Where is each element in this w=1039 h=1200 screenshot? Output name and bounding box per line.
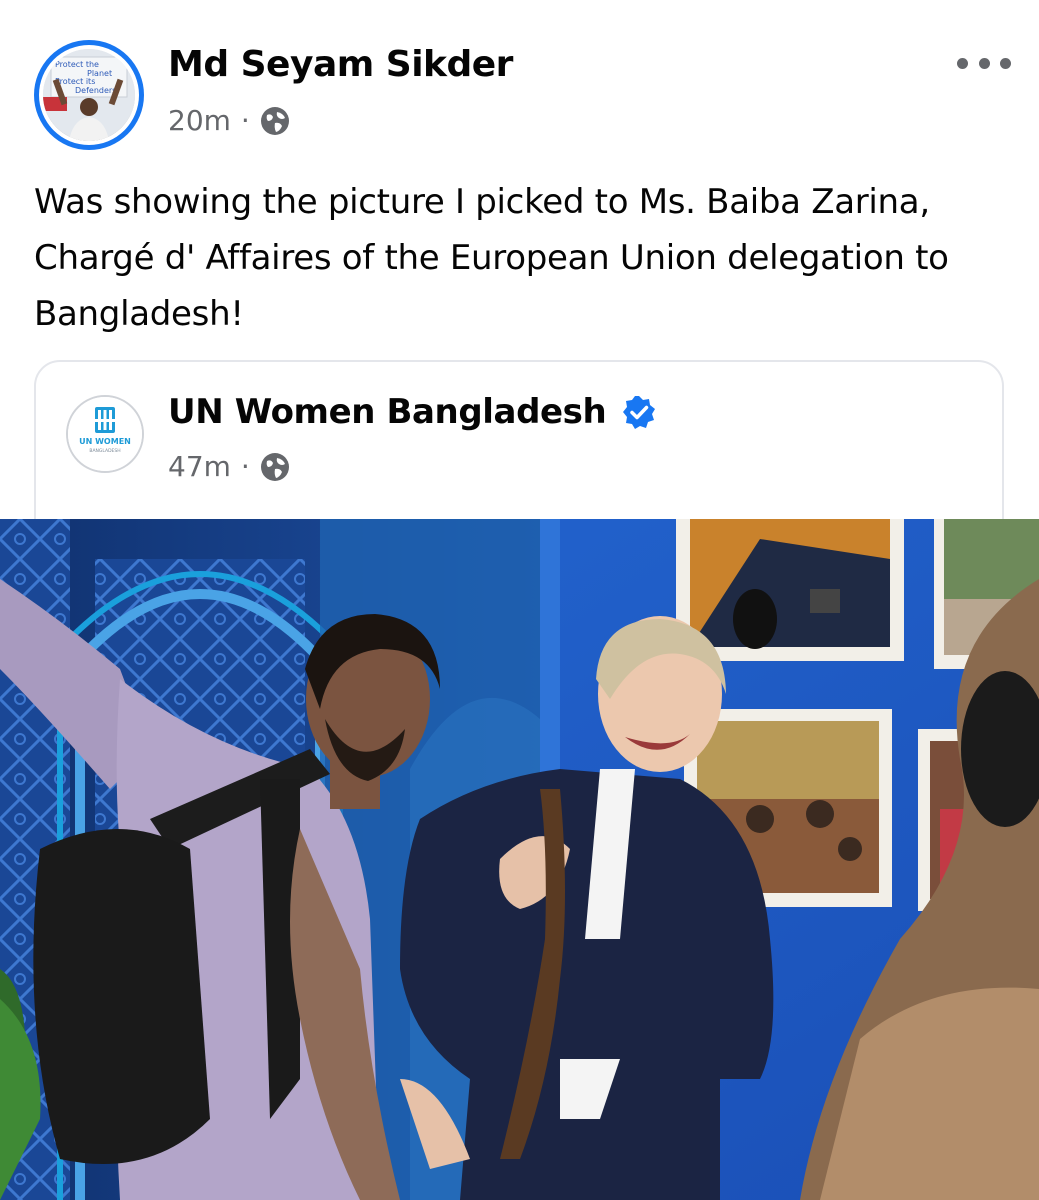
author-avatar[interactable]: Protect the Planet Protect its Defenders [34, 40, 144, 150]
globe-icon[interactable] [260, 106, 290, 136]
meta-separator: · [240, 450, 250, 483]
logo-text: UN WOMEN [79, 437, 131, 446]
shared-author-name[interactable]: UN Women Bangladesh [168, 392, 607, 432]
un-women-logo: UN WOMEN BANGLADESH [68, 397, 142, 471]
avatar-sign-line-1: Protect the [55, 60, 99, 69]
more-options-icon-dot [978, 57, 990, 69]
photo-illustration [0, 519, 1039, 1200]
post-photo[interactable] [0, 519, 1039, 1200]
shared-author-avatar[interactable]: UN WOMEN BANGLADESH [66, 395, 144, 473]
avatar-photo: Protect the Planet Protect its Defenders [43, 49, 135, 141]
logo-subtext: BANGLADESH [89, 448, 120, 454]
shared-post-meta: 47m · [168, 450, 290, 483]
avatar-sign-line-4: Defenders [75, 86, 116, 95]
avatar-border: Protect the Planet Protect its Defenders [39, 45, 139, 145]
post-text: Was showing the picture I picked to Ms. … [34, 182, 949, 334]
more-options-icon [957, 57, 968, 69]
facebook-post: Protect the Planet Protect its Defenders… [0, 0, 1039, 1200]
more-options-button[interactable] [957, 52, 1011, 74]
author-name[interactable]: Md Seyam Sikder [168, 44, 513, 85]
post-time[interactable]: 20m [168, 104, 231, 137]
avatar-sign-line-3: Protect its [55, 77, 95, 86]
shared-author-name-row: UN Women Bangladesh [168, 392, 656, 432]
globe-icon[interactable] [260, 452, 290, 482]
more-options-icon-dot [1000, 57, 1011, 69]
verified-badge-icon [622, 395, 656, 429]
shared-post-time[interactable]: 47m [168, 450, 231, 483]
avatar-illustration: Protect the Planet Protect its Defenders [43, 49, 135, 141]
meta-separator: · [240, 104, 250, 137]
post-meta: 20m · [168, 104, 290, 137]
